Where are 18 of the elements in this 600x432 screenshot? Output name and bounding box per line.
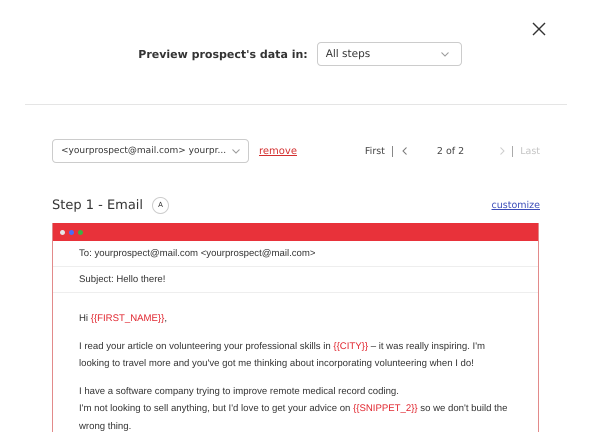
recipient-dropdown[interactable]: <yourprospect@mail.com> yourpr... <box>52 139 249 163</box>
page-count: 2 of 2 <box>436 146 464 156</box>
close-icon[interactable] <box>532 22 546 36</box>
steps-dropdown[interactable]: All steps <box>316 42 462 66</box>
remove-link[interactable]: remove <box>259 146 297 156</box>
body-paragraph: I have a software company trying to improve remote medical record coding. <box>79 384 400 398</box>
body-paragraph: I read your article on volunteering your professional skills in {{CITY}} – it was really inspiring. I'm looking to travel more and you've got me thinking about incorporating volunteering when I do! <box>79 340 486 371</box>
subject-line: Subject: Hello there! <box>79 274 166 285</box>
previous-page-icon[interactable] <box>402 147 407 155</box>
body-paragraph: I'm not looking to sell anything, but I'd love to get your advice on {{SNIPPET_2}} so we don't build the wrong thing. <box>79 402 508 432</box>
customize-link[interactable]: customize <box>492 200 540 210</box>
first-page-link[interactable]: First <box>364 146 393 156</box>
body-paragraph: Hi {{FIRST_NAME}}, <box>79 312 168 326</box>
step-title: Step 1 - Email <box>52 198 144 212</box>
chevron-down-icon <box>232 148 240 154</box>
to-line: To: yourprospect@mail.com <yourprospect@mail.com> <box>79 248 316 259</box>
chevron-down-icon <box>440 52 449 56</box>
preview-label: Preview prospect's data in: <box>138 48 308 60</box>
